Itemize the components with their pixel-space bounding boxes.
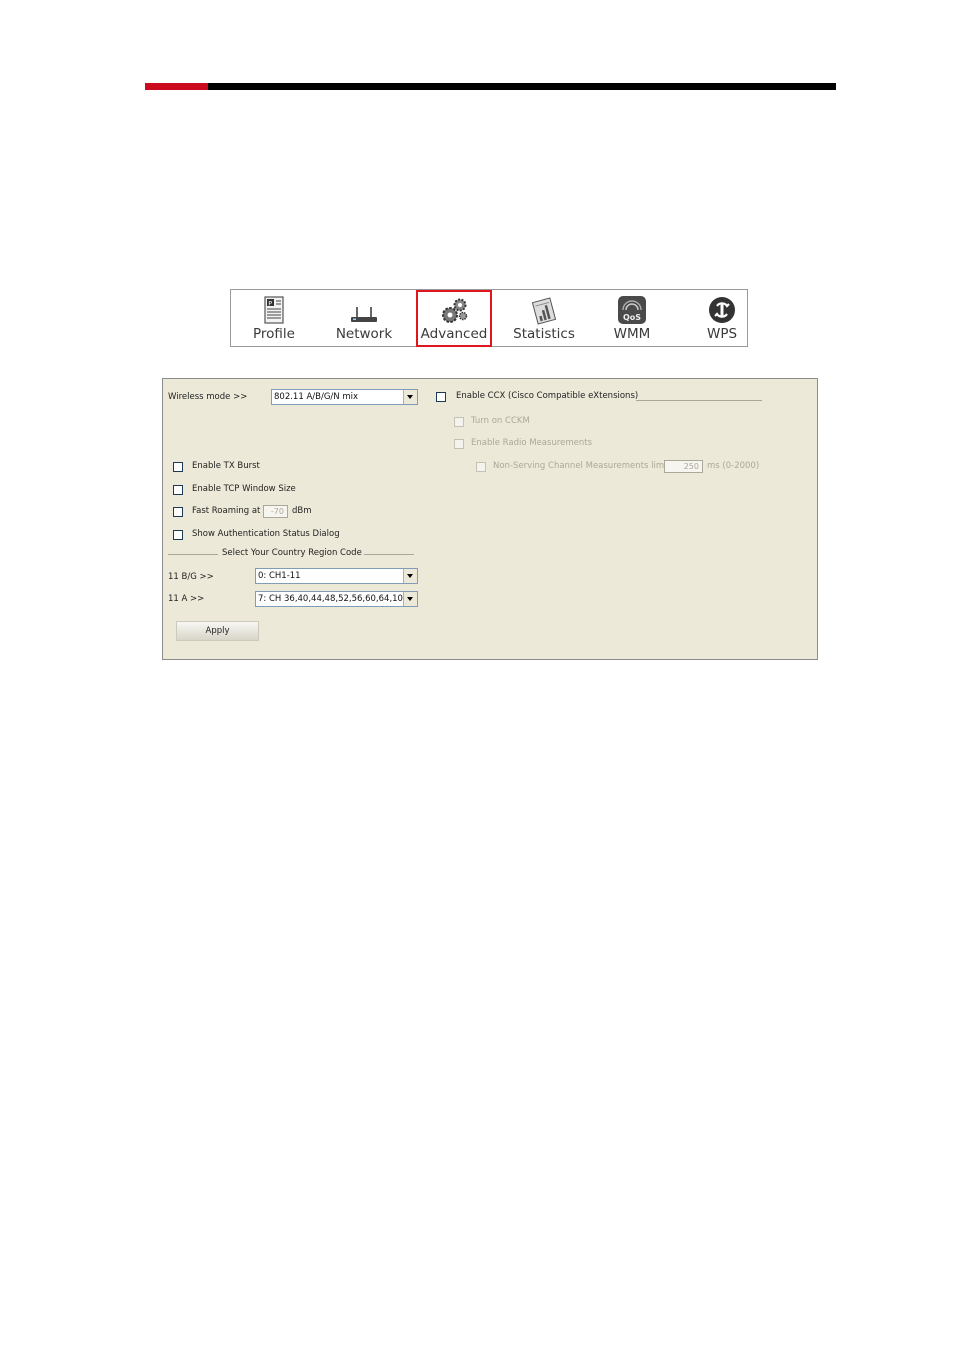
apply-button[interactable]: Apply — [176, 621, 259, 641]
bg-region-value: 0: CH1-11 — [258, 571, 301, 581]
chevron-down-icon[interactable] — [403, 390, 417, 404]
svg-text:QoS: QoS — [623, 313, 641, 322]
a-region-label: 11 A >> — [168, 594, 205, 604]
wireless-mode-value: 802.11 A/B/G/N mix — [274, 392, 358, 402]
wireless-mode-select[interactable]: 802.11 A/B/G/N mix — [271, 389, 418, 405]
auth-dialog-label: Show Authentication Status Dialog — [192, 529, 340, 539]
advanced-settings-panel: Wireless mode >> 802.11 A/B/G/N mix Enab… — [162, 378, 818, 660]
tab-network-label: Network — [335, 326, 393, 342]
radio-measurements-label: Enable Radio Measurements — [471, 438, 593, 448]
non-serving-label: Non-Serving Channel Measurements limit — [493, 461, 670, 471]
tab-statistics[interactable]: Statistics — [507, 290, 581, 347]
tab-wmm-label: WMM — [613, 326, 651, 342]
header-rule-accent — [145, 83, 208, 90]
auth-dialog-checkbox[interactable] — [173, 530, 183, 540]
tab-network[interactable]: Network — [327, 290, 401, 347]
tab-wps[interactable]: WPS — [689, 290, 755, 347]
bg-region-label: 11 B/G >> — [168, 572, 214, 582]
chevron-down-icon[interactable] — [403, 569, 417, 583]
router-icon — [351, 307, 377, 322]
ccx-checkbox[interactable] — [436, 392, 446, 402]
divider — [364, 554, 414, 555]
utility-toolbar: P Profile Network Advanced Statistics Qo… — [230, 289, 748, 347]
tab-profile[interactable]: P Profile — [239, 290, 309, 347]
radio-measurements-checkbox[interactable] — [454, 439, 464, 449]
fast-roaming-unit: dBm — [292, 506, 312, 516]
tab-advanced[interactable]: Advanced — [416, 290, 492, 347]
non-serving-checkbox[interactable] — [476, 462, 486, 472]
a-region-select[interactable]: 7: CH 36,40,44,48,52,56,60,64,100 — [255, 591, 418, 607]
divider — [168, 554, 218, 555]
ccx-label: Enable CCX (Cisco Compatible eXtensions) — [456, 391, 639, 401]
non-serving-input[interactable]: 250 — [664, 460, 703, 473]
wireless-mode-label: Wireless mode >> — [168, 392, 248, 402]
fast-roaming-checkbox[interactable] — [173, 507, 183, 517]
statistics-icon — [531, 297, 557, 325]
header-rule — [145, 83, 836, 90]
tab-advanced-label: Advanced — [420, 326, 488, 342]
tx-burst-checkbox[interactable] — [173, 462, 183, 472]
gears-icon — [442, 298, 468, 323]
fast-roaming-label: Fast Roaming at — [192, 506, 261, 516]
tab-profile-label: Profile — [253, 326, 295, 342]
divider — [636, 400, 762, 401]
fast-roaming-input[interactable]: -70 — [263, 505, 288, 518]
tab-statistics-label: Statistics — [513, 326, 575, 342]
tab-wmm[interactable]: QoS WMM — [599, 290, 665, 347]
non-serving-unit: ms (0-2000) — [707, 461, 760, 471]
a-region-value: 7: CH 36,40,44,48,52,56,60,64,100 — [258, 594, 403, 604]
qos-icon: QoS — [618, 296, 646, 324]
country-region-title: Select Your Country Region Code — [222, 548, 362, 558]
cckm-label: Turn on CCKM — [471, 416, 530, 426]
tcp-window-checkbox[interactable] — [173, 485, 183, 495]
tx-burst-label: Enable TX Burst — [192, 461, 260, 471]
bg-region-select[interactable]: 0: CH1-11 — [255, 568, 418, 584]
tcp-window-label: Enable TCP Window Size — [192, 484, 296, 494]
cckm-checkbox[interactable] — [454, 417, 464, 427]
wps-icon — [709, 297, 735, 323]
chevron-down-icon[interactable] — [403, 592, 417, 606]
svg-text:P: P — [268, 300, 272, 308]
profile-icon: P — [264, 296, 284, 324]
tab-wps-label: WPS — [706, 326, 738, 342]
